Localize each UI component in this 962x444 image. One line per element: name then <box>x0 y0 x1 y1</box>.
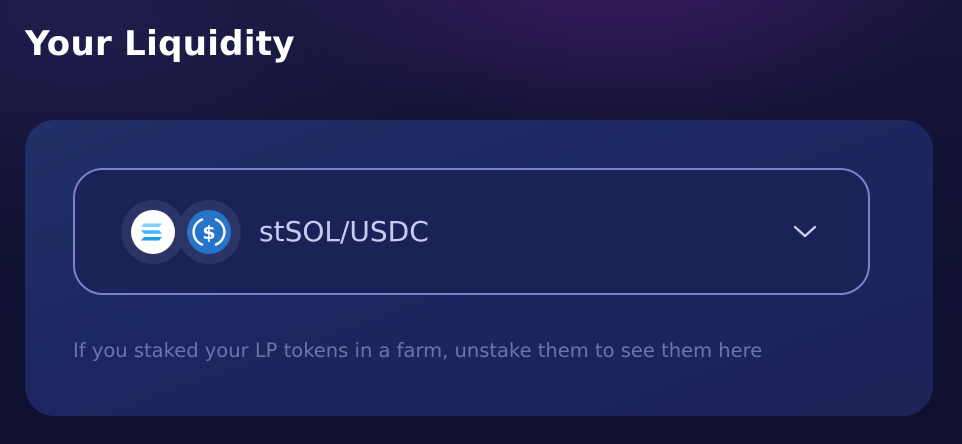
unstake-hint-text: If you staked your LP tokens in a farm, … <box>73 339 763 362</box>
usdc-logo-icon: $ <box>177 200 241 264</box>
page-title: Your Liquidity <box>25 24 295 64</box>
token-pair-icons: $ <box>121 200 243 264</box>
svg-text:$: $ <box>202 222 215 244</box>
pool-pair-label: stSOL/USDC <box>259 215 429 248</box>
stsol-logo-icon <box>121 200 185 264</box>
pool-select-dropdown[interactable]: $ stSOL/USDC <box>73 168 870 295</box>
liquidity-card: $ stSOL/USDC If you staked your LP token… <box>25 120 933 416</box>
chevron-down-icon[interactable] <box>792 221 818 241</box>
